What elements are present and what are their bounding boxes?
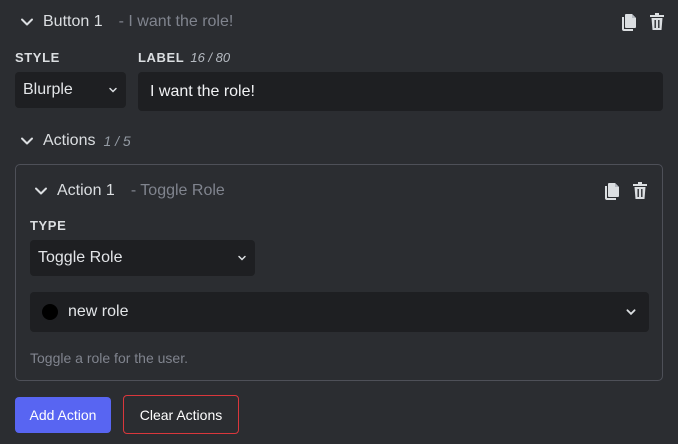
action-title: Action 1 xyxy=(57,182,115,199)
chevron-down-icon[interactable] xyxy=(20,15,34,29)
type-select-value: Toggle Role xyxy=(38,249,123,266)
action-panel: Action 1 - Toggle Role TYPE Toggle Role … xyxy=(15,164,663,381)
action-help-text: Toggle a role for the user. xyxy=(30,350,188,366)
trash-icon[interactable] xyxy=(649,13,665,31)
action-subtitle: - Toggle Role xyxy=(130,182,225,199)
type-select[interactable]: Toggle Role xyxy=(30,240,255,276)
button-header[interactable]: Button 1 - I want the role! xyxy=(20,8,665,36)
style-label: STYLE xyxy=(15,50,60,65)
label-input[interactable]: I want the role! xyxy=(138,72,663,111)
copy-icon[interactable] xyxy=(604,182,620,200)
role-color-dot xyxy=(42,304,58,320)
button-header-actions xyxy=(621,13,665,31)
label-char-count: 16 / 80 xyxy=(190,50,231,65)
button-title: Button 1 xyxy=(43,13,103,30)
actions-count: 1 / 5 xyxy=(103,133,131,149)
style-select-value: Blurple xyxy=(23,81,73,98)
label-input-value: I want the role! xyxy=(150,82,255,100)
chevron-down-icon xyxy=(237,253,247,263)
chevron-down-icon[interactable] xyxy=(20,134,34,148)
label-label-text: LABEL xyxy=(138,50,185,65)
action-header-actions xyxy=(604,182,648,200)
copy-icon[interactable] xyxy=(621,13,637,31)
button-subtitle: - I want the role! xyxy=(118,13,234,30)
style-select[interactable]: Blurple xyxy=(15,72,126,108)
label-label: LABEL 16 / 80 xyxy=(138,50,230,65)
trash-icon[interactable] xyxy=(632,182,648,200)
actions-title: Actions xyxy=(43,132,96,149)
add-action-button[interactable]: Add Action xyxy=(15,397,111,433)
type-label: TYPE xyxy=(30,218,67,233)
button-editor: Button 1 - I want the role! STYLE LABEL 1… xyxy=(0,0,678,444)
role-select-value: new role xyxy=(68,303,129,320)
chevron-down-icon[interactable] xyxy=(34,184,48,198)
actions-header[interactable]: Actions 1 / 5 xyxy=(20,128,131,154)
action-header[interactable]: Action 1 - Toggle Role xyxy=(34,179,648,203)
role-select[interactable]: new role xyxy=(30,292,649,332)
chevron-down-icon xyxy=(108,85,118,95)
clear-actions-button[interactable]: Clear Actions xyxy=(123,395,239,434)
chevron-down-icon xyxy=(625,306,637,318)
